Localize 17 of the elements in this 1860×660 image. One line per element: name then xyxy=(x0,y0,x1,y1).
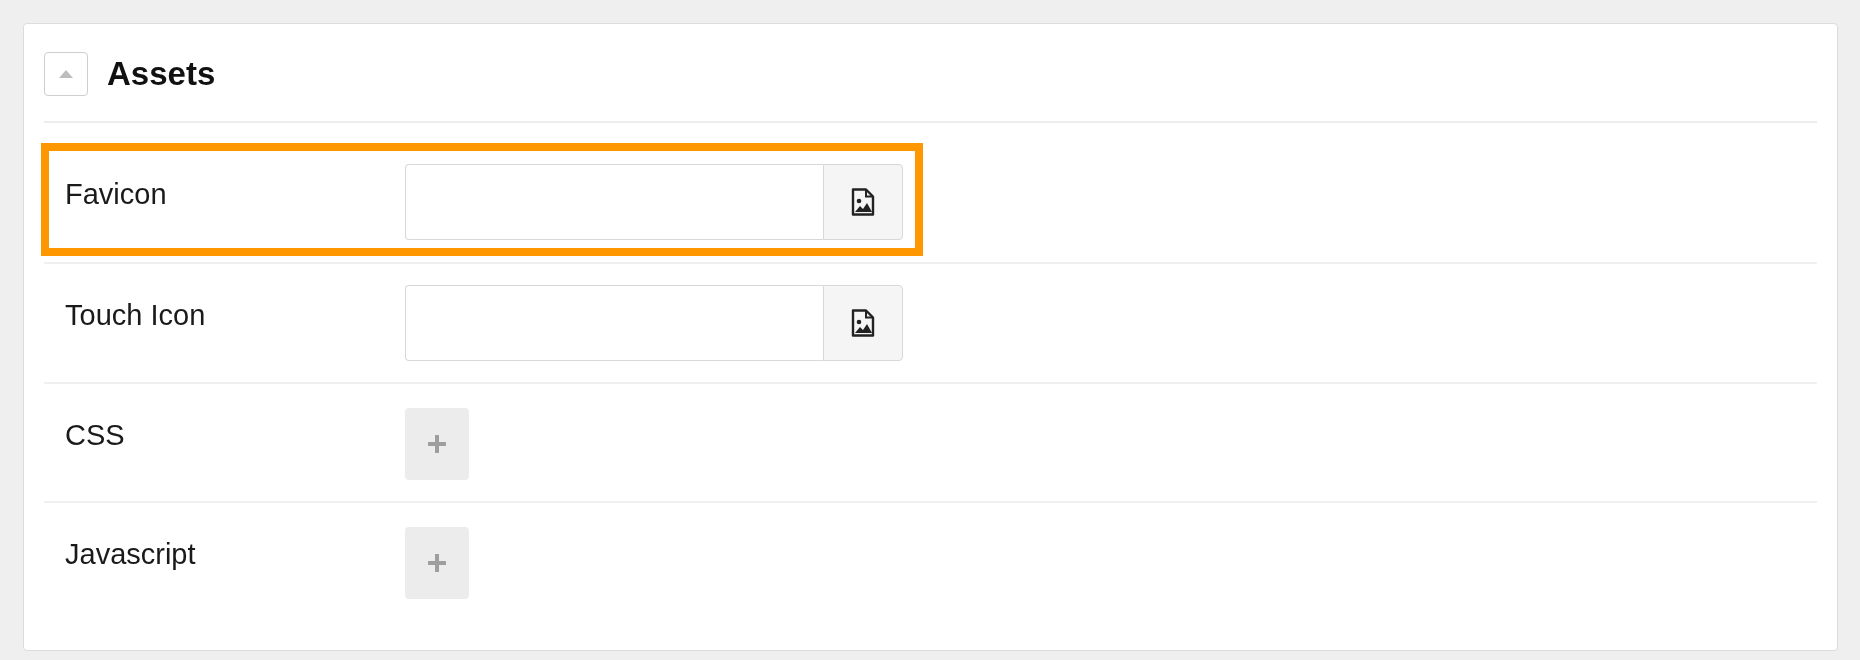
collapse-button[interactable] xyxy=(44,52,88,96)
field-label: Favicon xyxy=(65,177,168,211)
add-button[interactable] xyxy=(405,527,469,599)
field-label: Javascript xyxy=(65,537,197,571)
file-path-field[interactable] xyxy=(405,285,823,361)
plus-icon xyxy=(428,435,446,453)
browse-image-button[interactable] xyxy=(823,285,903,361)
image-file-icon xyxy=(851,309,875,337)
image-file-icon xyxy=(851,188,875,216)
file-path-field[interactable] xyxy=(405,164,823,240)
plus-icon xyxy=(428,554,446,572)
field-label: CSS xyxy=(65,418,126,452)
field-label: Touch Icon xyxy=(65,298,207,332)
panel-title: Assets xyxy=(107,55,216,93)
add-button[interactable] xyxy=(405,408,469,480)
browse-image-button[interactable] xyxy=(823,164,903,240)
caret-icon xyxy=(59,70,73,78)
